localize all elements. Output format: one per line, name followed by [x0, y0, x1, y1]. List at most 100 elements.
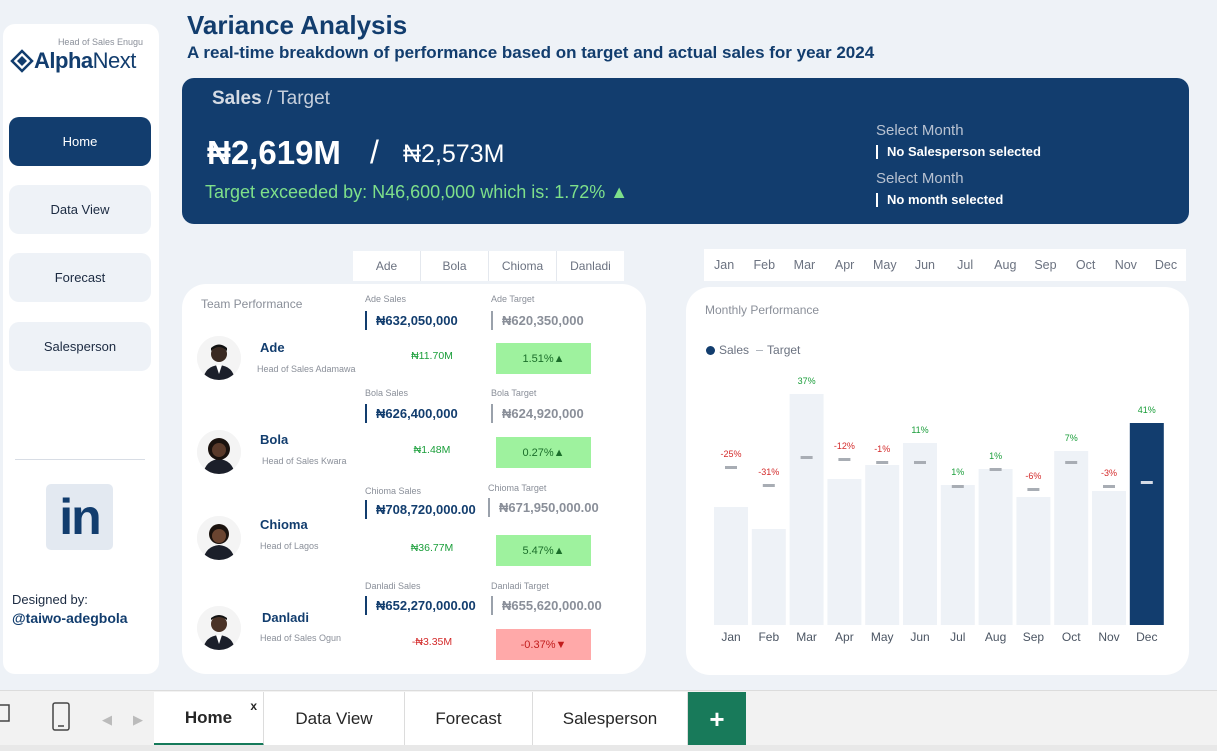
x-axis-tick-label: Apr — [835, 630, 854, 644]
target-value: ₦620,350,000 — [491, 311, 584, 330]
sales-bar[interactable] — [903, 443, 937, 625]
target-marker — [914, 461, 926, 464]
month-tab[interactable]: May — [865, 249, 905, 281]
target-marker — [1103, 485, 1115, 488]
x-axis-tick-label: Sep — [1023, 630, 1045, 644]
avatar — [197, 430, 241, 474]
sales-label: Chioma Sales — [365, 486, 422, 496]
select-salesperson-value[interactable]: No Salesperson selected — [876, 145, 1041, 159]
target-marker — [1065, 461, 1078, 464]
salesperson-name: Danladi — [262, 610, 309, 625]
sheet-tab-home[interactable]: Home x — [154, 692, 264, 746]
desktop-view-icon[interactable] — [0, 703, 10, 725]
sales-label: Ade Sales — [365, 294, 407, 304]
chevron-right-icon[interactable]: ▶ — [133, 712, 143, 728]
sales-bar[interactable] — [751, 529, 786, 625]
mobile-view-icon[interactable] — [51, 702, 71, 732]
linkedin-icon[interactable]: in — [46, 484, 113, 550]
target-marker — [951, 485, 964, 488]
variance-data-label: -6% — [1025, 471, 1041, 481]
variance-amount: ₦1.48M — [413, 444, 451, 456]
logo-mark-icon — [10, 49, 34, 73]
nav-salesperson-button[interactable]: Salesperson — [9, 322, 151, 371]
variance-data-label: -25% — [720, 449, 741, 459]
x-axis-tick-label: Dec — [1136, 630, 1157, 644]
variance-amount: ₦11.70M — [411, 350, 453, 362]
sales-bar[interactable] — [789, 394, 824, 625]
sheet-tab-salesperson[interactable]: Salesperson — [533, 692, 688, 746]
avatar — [197, 336, 241, 380]
x-axis-tick-label: Feb — [758, 630, 779, 644]
salesperson-tab-bola[interactable]: Bola — [421, 251, 489, 281]
month-tab[interactable]: Mar — [784, 249, 824, 281]
variance-data-label: 7% — [1065, 433, 1078, 443]
target-label: Ade Target — [491, 294, 535, 304]
x-axis-tick-label: May — [871, 630, 894, 644]
sales-label: Bola Sales — [365, 388, 409, 398]
month-tab[interactable]: Jun — [905, 249, 945, 281]
monthly-performance-card: -25% Jan -31% Feb 37% Mar -12% Apr -1% May 11% Jun 1… — [686, 287, 1189, 675]
select-salesperson-label: Select Month — [876, 122, 964, 139]
salesperson-tab-ade[interactable]: Ade — [353, 251, 421, 281]
close-icon[interactable]: x — [250, 699, 257, 713]
month-tab[interactable]: Oct — [1066, 249, 1106, 281]
nav-forecast-button[interactable]: Forecast — [9, 253, 151, 302]
month-tab[interactable]: Sep — [1025, 249, 1065, 281]
target-value: ₦624,920,000 — [491, 404, 584, 423]
month-tab[interactable]: Jan — [704, 249, 744, 281]
kpi-variance-text: Target exceeded by: N46,600,000 which is… — [205, 182, 629, 202]
sales-bar[interactable] — [1054, 451, 1089, 625]
variance-data-label: -31% — [758, 467, 779, 477]
nav-home-button[interactable]: Home — [9, 117, 151, 166]
team-row-danladi: Danladi Sales ₦652,270,000.00 Danladi Ta… — [182, 578, 646, 670]
bottom-strip — [0, 745, 1217, 751]
select-month-value[interactable]: No month selected — [876, 193, 1003, 207]
brand-subtitle: Head of Sales Enugu — [57, 37, 143, 47]
designer-handle: @taiwo-adegbola — [12, 610, 128, 626]
sheet-tab-data-view[interactable]: Data View — [264, 692, 405, 746]
sidebar-divider — [15, 459, 145, 460]
target-marker — [1140, 481, 1153, 484]
month-tab[interactable]: Aug — [985, 249, 1025, 281]
team-performance-card: Team Performance Ade Sales ₦632,050,000 … — [182, 284, 646, 674]
sales-bar[interactable] — [865, 465, 900, 625]
sales-bar[interactable] — [1092, 491, 1126, 625]
page-title: Variance Analysis — [187, 10, 408, 40]
nav-data-view-button[interactable]: Data View — [9, 185, 151, 234]
x-axis-tick-label: Mar — [796, 630, 817, 644]
sales-bar[interactable] — [714, 507, 748, 625]
month-tab[interactable]: Feb — [744, 249, 784, 281]
month-slicer: Jan Feb Mar Apr May Jun Jul Aug Sep Oct … — [704, 249, 1186, 281]
legend-target-marker — [756, 349, 764, 351]
target-label: Bola Target — [491, 388, 537, 398]
sales-bar[interactable] — [940, 485, 975, 625]
target-marker — [800, 456, 813, 459]
legend-target-label: Target — [767, 343, 801, 357]
month-tab[interactable]: Jul — [945, 249, 985, 281]
month-tab[interactable]: Nov — [1106, 249, 1146, 281]
sales-bar[interactable] — [1129, 423, 1164, 625]
variance-data-label: -1% — [874, 444, 890, 454]
chevron-left-icon[interactable]: ◀ — [102, 712, 112, 728]
month-tab[interactable]: Dec — [1146, 249, 1186, 281]
variance-data-label: 1% — [989, 451, 1002, 461]
designer-label: Designed by: — [12, 592, 88, 607]
sales-bar[interactable] — [827, 479, 862, 625]
chart-legend: Sales Target — [706, 343, 800, 357]
sales-bar[interactable] — [978, 469, 1013, 625]
month-tab[interactable]: Apr — [825, 249, 865, 281]
add-sheet-button[interactable]: + — [688, 692, 746, 746]
salesperson-tab-danladi[interactable]: Danladi — [557, 251, 624, 281]
variance-data-label: -3% — [1101, 468, 1117, 478]
sales-bar[interactable] — [1016, 497, 1051, 625]
kpi-total-target: ₦2,573M — [403, 140, 505, 168]
variance-percent-badge: 0.27%▲ — [496, 437, 591, 468]
variance-amount: ₦36.77M — [410, 542, 454, 554]
target-marker — [1027, 488, 1040, 491]
salesperson-tab-chioma[interactable]: Chioma — [489, 251, 557, 281]
target-label: Chioma Target — [488, 483, 547, 493]
team-row-ade: Ade Sales ₦632,050,000 Ade Target ₦620,3… — [182, 292, 646, 384]
variance-percent-badge: 1.51%▲ — [496, 343, 591, 374]
sales-value: ₦652,270,000.00 — [365, 596, 476, 615]
sheet-tab-forecast[interactable]: Forecast — [405, 692, 533, 746]
